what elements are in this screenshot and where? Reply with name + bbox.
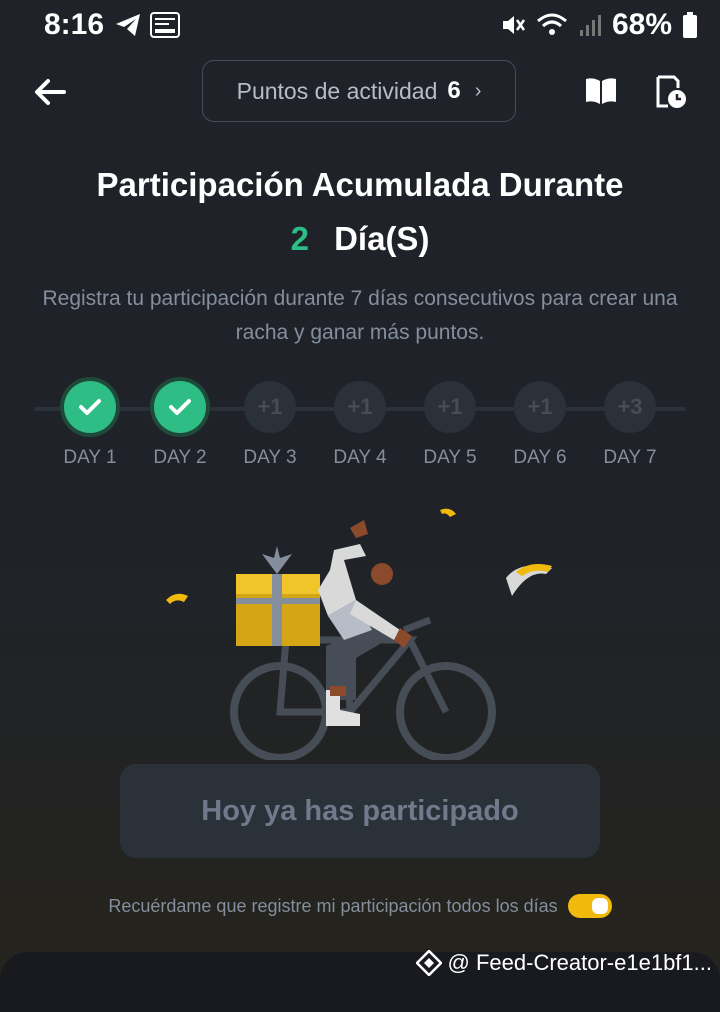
streak-step-4: +1: [334, 381, 386, 433]
battery-percent: 68%: [611, 8, 672, 41]
participated-button[interactable]: Hoy ya has participado: [120, 764, 600, 858]
streak-step-3: +1: [244, 381, 296, 433]
streak-title: Participación Acumulada Durante: [96, 166, 624, 203]
streak-step-bonus: +1: [527, 394, 553, 419]
streak-step-label: DAY 5: [423, 447, 477, 468]
telegram-icon: [116, 14, 140, 36]
status-bar: 8:16 68%: [0, 0, 720, 50]
streak-step-1: [64, 381, 116, 433]
check-icon: [79, 399, 101, 415]
cyclist-gift-illustration: [166, 508, 552, 760]
streak-step-label: DAY 3: [243, 447, 297, 468]
streak-step-6: +1: [514, 381, 566, 433]
streak-step-bonus: +1: [347, 394, 373, 419]
signal-icon: [579, 15, 601, 36]
wifi-icon: [536, 13, 567, 35]
streak-description: Registra tu participación durante 7 días…: [42, 287, 678, 344]
toggle-knob: [591, 898, 608, 914]
streak-step-label: DAY 1: [63, 447, 117, 468]
creator-credit: @ Feed-Creator-e1e1bf1...: [415, 950, 712, 976]
check-icon: [169, 399, 191, 415]
streak-step-label: DAY 6: [513, 447, 567, 468]
streak-step-7: +3: [604, 381, 656, 433]
history-icon[interactable]: [654, 74, 688, 110]
streak-days-line: 2 Día(S): [0, 220, 720, 258]
reminder-row: Recuérdame que registre mi participación…: [0, 894, 720, 918]
mute-icon: [502, 16, 525, 34]
reminder-toggle[interactable]: [567, 894, 612, 918]
streak-step-label: DAY 7: [603, 447, 657, 468]
status-time: 8:16: [44, 8, 105, 41]
streak-step-bonus: +1: [437, 394, 463, 419]
top-bar: Puntos de actividad 6 ›: [0, 60, 720, 124]
activity-points-button[interactable]: Puntos de actividad 6 ›: [202, 60, 516, 122]
activity-points-label: Puntos de actividad: [236, 77, 438, 104]
streak-step-bonus: +1: [257, 394, 283, 419]
streak-step-2: [154, 381, 206, 433]
reminder-label: Recuérdame que registre mi participación…: [108, 895, 558, 916]
book-icon[interactable]: [584, 76, 618, 106]
streak-step-label: DAY 2: [153, 447, 207, 468]
battery-icon: [683, 12, 697, 38]
streak-days-unit: Día(S): [334, 220, 430, 257]
activity-points-value: 6: [447, 77, 461, 104]
streak-step-5: +1: [424, 381, 476, 433]
streak-days-count: 2: [290, 220, 309, 257]
streak-step-label: DAY 4: [333, 447, 387, 468]
streak-step-bonus: +3: [617, 394, 643, 419]
creator-credit-text: @ Feed-Creator-e1e1bf1...: [447, 950, 712, 975]
notification-app-icon: [150, 12, 180, 38]
back-arrow-icon[interactable]: [32, 74, 68, 110]
chevron-right-icon: ›: [474, 79, 482, 102]
binance-diamond-icon: [415, 950, 442, 976]
